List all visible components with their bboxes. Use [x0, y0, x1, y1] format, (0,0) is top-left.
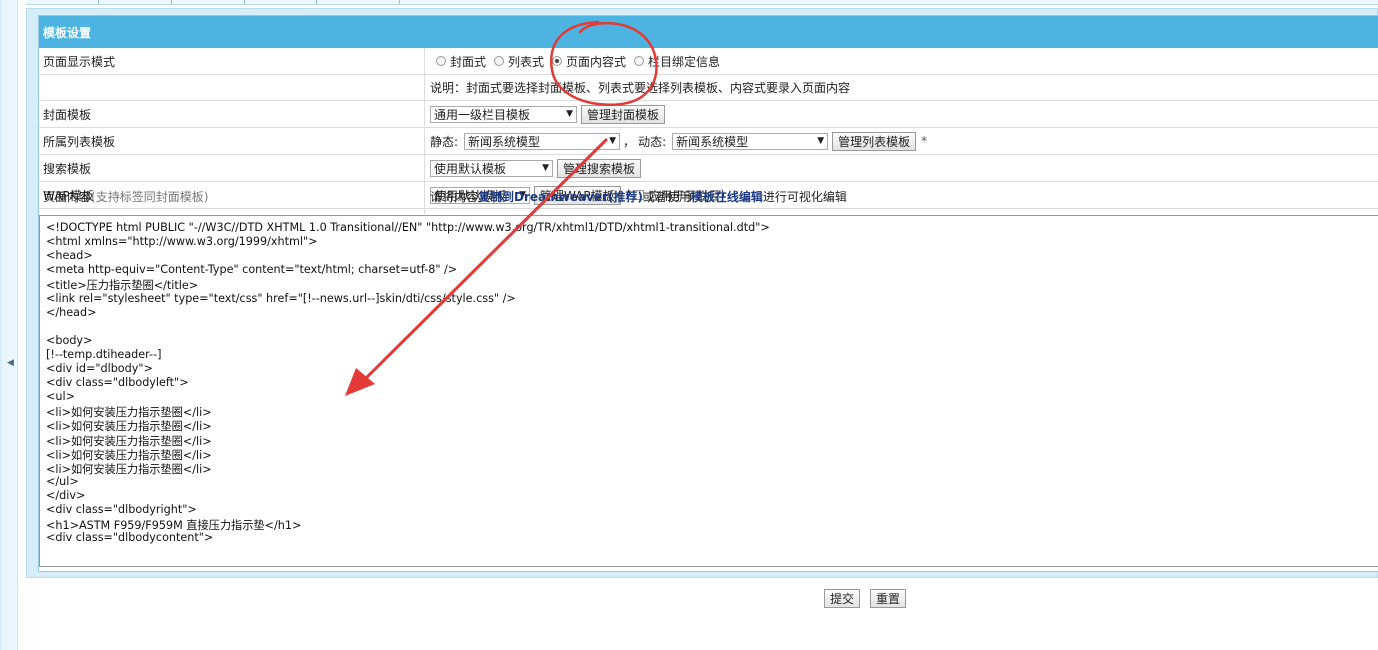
- template-settings-panel: 模板设置 页面显示模式 封面式 列表式 页面内容式 栏目绑定信息 说明：封面式要…: [26, 8, 1378, 578]
- radio-bind-info[interactable]: [634, 56, 645, 66]
- triangle-down-icon: ▼: [542, 163, 549, 173]
- code-line: </div>: [46, 488, 86, 502]
- triangle-down-icon: ▼: [817, 136, 825, 146]
- code-line: <div class="dlbodyleft">: [46, 376, 189, 390]
- sidebar-toggle-bar[interactable]: ◀: [2, 0, 18, 650]
- static-label: 静态:: [430, 134, 459, 149]
- radio-bind-info-label[interactable]: 栏目绑定信息: [648, 53, 720, 70]
- list-template-row: 所属列表模板 静态: 新闻系统模型 ▼ ， 动态: 新闻系统模型 ▼ 管理列表模板 …: [39, 128, 1378, 155]
- display-mode-note-row: 说明：封面式要选择封面模板、列表式要选择列表模板、内容式要录入页面内容: [39, 75, 1378, 101]
- tab-strip: [26, 0, 1378, 5]
- code-line: </ul>: [46, 474, 79, 488]
- separator-comma: ，: [623, 134, 636, 149]
- cover-template-select[interactable]: 通用一级栏目模板 ▼: [430, 105, 577, 123]
- radio-page-content[interactable]: [552, 56, 563, 66]
- search-template-select-value: 使用默认模板: [434, 161, 507, 176]
- manage-list-template-button[interactable]: 管理列表模板: [832, 131, 917, 151]
- radio-cover-label[interactable]: 封面式: [450, 53, 486, 70]
- page-content-textarea[interactable]: <!DOCTYPE html PUBLIC "-//W3C//DTD XHTML…: [39, 215, 1378, 567]
- required-mark: *: [921, 134, 928, 148]
- cover-template-select-value: 通用一级栏目模板: [434, 107, 531, 122]
- tab-divider: [399, 0, 400, 4]
- code-line: <head>: [46, 249, 93, 263]
- display-mode-options: 封面式 列表式 页面内容式 栏目绑定信息: [430, 48, 722, 74]
- code-line: <meta http-equiv="Content-Type" content=…: [46, 263, 458, 277]
- tab-divider: [98, 0, 99, 4]
- cover-template-controls: 通用一级栏目模板 ▼ 管理封面模板: [430, 101, 666, 127]
- list-template-controls: 静态: 新闻系统模型 ▼ ， 动态: 新闻系统模型 ▼ 管理列表模板 *: [430, 128, 927, 154]
- chevron-left-icon[interactable]: ◀: [7, 358, 14, 368]
- tab-divider: [171, 0, 172, 4]
- search-template-select[interactable]: 使用默认模板 ▼: [430, 159, 553, 177]
- online-template-editor-link[interactable]: 模板在线编辑: [691, 188, 763, 205]
- hint-mid: 或者使用: [642, 189, 691, 204]
- hint-prefix: 请将内容: [430, 189, 479, 204]
- code-line: <ul>: [46, 390, 75, 404]
- template-settings-form: 模板设置 页面显示模式 封面式 列表式 页面内容式 栏目绑定信息 说明：封面式要…: [38, 15, 1378, 572]
- display-mode-row: 页面显示模式 封面式 列表式 页面内容式 栏目绑定信息: [39, 48, 1378, 75]
- page-content-label-hint: (支持标签同封面模板): [91, 189, 209, 204]
- static-list-select-value: 新闻系统模型: [468, 134, 541, 149]
- page-content-label: 页面内容 (支持标签同封面模板): [43, 183, 208, 209]
- manage-search-template-button[interactable]: 管理搜索模板: [557, 158, 642, 178]
- triangle-down-icon: ▼: [609, 136, 617, 146]
- code-line: [!--temp.dtiheader--]: [46, 347, 162, 361]
- form-actions: 提交 重置: [824, 589, 907, 608]
- code-line: <div class="dlbodycontent">: [46, 531, 214, 545]
- code-line: <div id="dlbody">: [46, 362, 153, 375]
- code-line: <!DOCTYPE html PUBLIC "-//W3C//DTD XHTML…: [46, 221, 770, 234]
- list-template-label: 所属列表模板: [43, 134, 116, 149]
- code-line: <link rel="stylesheet" type="text/css" h…: [46, 291, 516, 305]
- static-list-select[interactable]: 新闻系统模型 ▼: [464, 132, 621, 150]
- search-template-row: 搜索模板 使用默认模板 ▼ 管理搜索模板: [39, 155, 1378, 182]
- cover-template-label: 封面模板: [43, 107, 92, 122]
- code-line: <html xmlns="http://www.w3.org/1999/xhtm…: [46, 235, 318, 249]
- dynamic-list-select-value: 新闻系统模型: [676, 134, 749, 149]
- panel-header: 模板设置: [39, 16, 1378, 48]
- radio-page-content-label[interactable]: 页面内容式: [566, 53, 626, 70]
- triangle-down-icon: ▼: [566, 109, 573, 119]
- cover-template-row: 封面模板 通用一级栏目模板 ▼ 管理封面模板: [39, 101, 1378, 128]
- search-template-label: 搜索模板: [43, 161, 92, 176]
- dynamic-label: 动态:: [638, 134, 667, 149]
- display-mode-label: 页面显示模式: [43, 54, 116, 69]
- display-mode-note: 说明：封面式要选择封面模板、列表式要选择列表模板、内容式要录入页面内容: [430, 81, 851, 95]
- tab-divider: [316, 0, 317, 4]
- radio-list[interactable]: [494, 56, 505, 66]
- radio-cover[interactable]: [436, 56, 446, 66]
- code-line: </head>: [46, 305, 97, 319]
- hint-suffix: 进行可视化编辑: [762, 189, 847, 204]
- left-sidebar-rail: ◀: [0, 0, 18, 650]
- copy-to-dreamweaver-link[interactable]: 复制到Dreamweaver(推荐): [478, 188, 643, 205]
- code-line: <body>: [46, 333, 93, 347]
- tab-divider: [244, 0, 245, 4]
- page-content-hint: 请将内容 复制到Dreamweaver(推荐) 或者使用 模板在线编辑 进行可视化编辑: [430, 183, 847, 209]
- search-template-controls: 使用默认模板 ▼ 管理搜索模板: [430, 155, 642, 181]
- dynamic-list-select[interactable]: 新闻系统模型 ▼: [672, 132, 829, 150]
- code-line: <div class="dlbodyright">: [46, 503, 197, 516]
- reset-button[interactable]: 重置: [870, 589, 907, 608]
- page-content-label-text: 页面内容: [43, 189, 92, 204]
- manage-cover-template-button[interactable]: 管理封面模板: [581, 104, 666, 124]
- radio-list-label[interactable]: 列表式: [508, 53, 544, 70]
- submit-button[interactable]: 提交: [824, 589, 861, 608]
